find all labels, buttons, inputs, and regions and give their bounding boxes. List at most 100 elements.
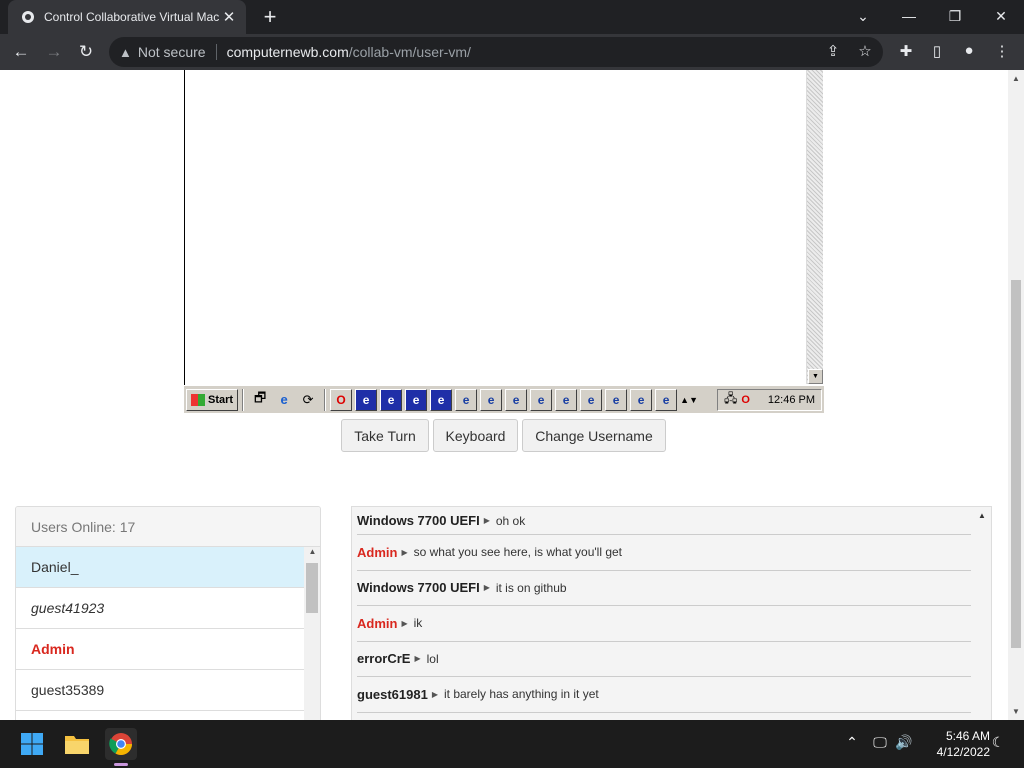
ie-task-button[interactable]: e (455, 388, 478, 411)
volume-icon[interactable]: 🔊 (894, 734, 914, 751)
scroll-up-icon[interactable]: ▲ (1008, 74, 1024, 83)
scroll-up-icon[interactable]: ▲ (304, 547, 320, 556)
task-scroll-arrows-icon[interactable]: ▲▼ (680, 390, 698, 410)
keyboard-button[interactable]: Keyboard (433, 419, 518, 452)
user-list-item[interactable]: guest35389 (16, 670, 304, 711)
new-tab-button[interactable]: + (257, 4, 283, 30)
chat-text: lol (426, 651, 439, 666)
network-icon[interactable]: 🖵 (870, 734, 890, 751)
scroll-thumb[interactable] (306, 563, 318, 613)
tab-title: Control Collaborative Virtual Machines (44, 10, 220, 24)
clock-date: 4/12/2022 (936, 745, 990, 759)
chat-message: errorCrE ▶ lol (357, 642, 971, 677)
vm-taskbar: Start 🗗 e ⟳ O e e e e e e e e e e e e e … (184, 385, 824, 413)
windows-start-icon[interactable] (16, 728, 48, 760)
user-list: Daniel_ guest41923 Admin guest35389 (16, 547, 304, 711)
chat-message: Windows 7700 UEFI ▶ it is on github (357, 571, 971, 606)
chat-username: errorCrE (357, 651, 411, 667)
vm-window-scrollbar[interactable]: ▼ (806, 70, 823, 384)
chat-message: guest61981 ▶ it barely has anything in i… (357, 677, 971, 713)
ie-task-button[interactable]: e (580, 388, 603, 411)
channels-icon[interactable]: ⟳ (298, 390, 318, 410)
chat-message: Windows 7700 UEFI ▶ oh ok (357, 507, 971, 535)
change-username-button[interactable]: Change Username (522, 419, 666, 452)
chat-username: Admin (357, 615, 398, 631)
system-clock[interactable]: 5:46 AM 4/12/2022 (920, 728, 990, 760)
chat-scrollbar[interactable]: ▲ (973, 507, 991, 720)
ie-task-button[interactable]: e (505, 388, 528, 411)
menu-kebab-icon[interactable]: ⋮ (991, 42, 1013, 60)
ie-task-button[interactable]: e (430, 388, 453, 411)
security-label[interactable]: Not secure (138, 44, 206, 60)
restore-button[interactable]: ❐ (932, 0, 978, 32)
chat-arrow-icon: ▶ (414, 654, 421, 664)
chat-message: Admin ▶ so what you see here, is what yo… (357, 535, 971, 571)
chat-text: so what you see here, is what you'll get (413, 545, 623, 560)
show-hidden-icons-icon[interactable]: ⌃ (842, 734, 862, 751)
back-button[interactable]: ← (8, 39, 34, 65)
take-turn-button[interactable]: Take Turn (341, 419, 429, 452)
opera-task-button[interactable]: O (330, 388, 353, 411)
ie-task-button[interactable]: e (555, 388, 578, 411)
chat-arrow-icon: ▶ (401, 618, 408, 628)
ie-task-button[interactable]: e (605, 388, 628, 411)
user-list-item[interactable]: Admin (16, 629, 304, 670)
ie-quicklaunch-icon[interactable]: e (274, 390, 294, 410)
vm-scroll-down-icon[interactable]: ▼ (808, 369, 823, 384)
network-tray-icon[interactable]: 🖧 (724, 389, 737, 410)
user-list-item[interactable]: Daniel_ (16, 547, 304, 588)
profile-icon[interactable]: ● (958, 42, 980, 59)
ie-task-button[interactable]: e (380, 388, 403, 411)
chat-arrow-icon: ▶ (483, 516, 490, 525)
ie-task-button[interactable]: e (355, 388, 378, 411)
opera-tray-icon[interactable]: O (741, 394, 750, 406)
bookmark-star-icon[interactable]: ☆ (855, 42, 875, 60)
scroll-down-icon[interactable]: ▼ (1008, 707, 1024, 716)
tasks-separator (324, 388, 327, 411)
chat-message: Admin ▶ ik (357, 606, 971, 642)
close-window-button[interactable]: ✕ (978, 0, 1024, 32)
chrome-icon[interactable] (105, 728, 137, 760)
tab-strip: Control Collaborative Virtual Machines ✕… (0, 0, 1024, 34)
user-list-item[interactable]: guest41923 (16, 588, 304, 629)
ie-task-button[interactable]: e (630, 388, 653, 411)
chat-arrow-icon: ▶ (431, 689, 438, 699)
ie-task-button[interactable]: e (655, 388, 678, 411)
vm-clock: 12:46 PM (767, 393, 815, 406)
vm-system-tray: 🖧 O 12:46 PM (716, 388, 822, 411)
ie-task-button[interactable]: e (530, 388, 553, 411)
users-online-panel: Users Online: 17 Daniel_ guest41923 Admi… (15, 506, 321, 720)
file-explorer-icon[interactable] (61, 728, 93, 760)
quicklaunch-separator (242, 388, 245, 411)
chat-text: oh ok (495, 513, 526, 528)
forward-button[interactable]: → (41, 39, 67, 65)
side-panel-icon[interactable]: ▯ (926, 42, 948, 60)
minimize-button[interactable]: — (886, 0, 932, 32)
show-desktop-icon[interactable]: 🗗 (250, 390, 270, 410)
tab-close-icon[interactable]: ✕ (220, 8, 238, 26)
scroll-up-icon[interactable]: ▲ (973, 511, 991, 520)
vm-start-label: Start (208, 393, 234, 406)
vm-display[interactable] (184, 70, 824, 413)
ie-task-button[interactable]: e (405, 388, 428, 411)
share-icon[interactable]: ⇪ (823, 42, 843, 60)
ie-task-button[interactable]: e (480, 388, 503, 411)
users-online-header: Users Online: 17 (16, 507, 320, 547)
page-scroll-thumb[interactable] (1011, 280, 1021, 648)
warning-icon: ▲ (119, 44, 132, 60)
focus-assist-moon-icon[interactable]: ☾ (988, 734, 1008, 751)
chat-text: ik (413, 616, 423, 631)
page-scrollbar[interactable]: ▲ ▼ (1008, 70, 1024, 720)
browser-tab[interactable]: Control Collaborative Virtual Machines ✕ (8, 0, 246, 34)
chat-username: guest61981 (357, 686, 428, 702)
collabvm-favicon-icon (20, 9, 36, 25)
vm-start-button[interactable]: Start (186, 388, 239, 411)
user-list-scrollbar[interactable]: ▲ (304, 547, 320, 720)
windows-taskbar: ⌃ 🖵 🔊 5:46 AM 4/12/2022 ☾ (0, 720, 1024, 768)
tab-search-icon[interactable]: ⌄ (840, 0, 886, 32)
reload-button[interactable]: ↻ (73, 39, 99, 65)
extensions-icon[interactable]: ✚ (895, 42, 917, 60)
chat-username: Windows 7700 UEFI (357, 580, 480, 596)
chat-text: it is on github (495, 580, 567, 595)
address-bar[interactable]: ▲ Not secure computernewb.com/collab-vm/… (109, 37, 883, 67)
